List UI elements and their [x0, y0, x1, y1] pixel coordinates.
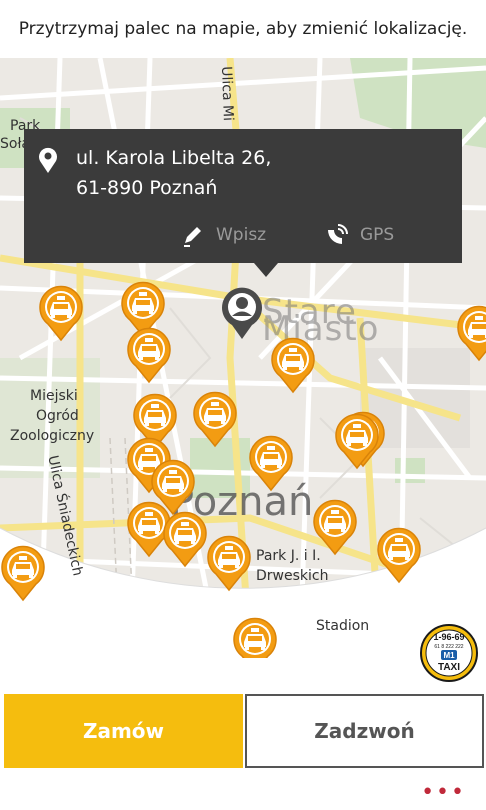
order-button[interactable]: Zamów [4, 694, 243, 768]
map-label-park-drweskich-1: Park J. i I. [256, 548, 321, 564]
location-pin-icon [39, 147, 57, 173]
gps-satellite-icon [328, 224, 348, 244]
taxi-icon [249, 435, 293, 492]
taxi-icon [313, 499, 357, 556]
map-label-street-mickiewicza: Ulica Mi [218, 66, 236, 122]
more-options-button[interactable]: ••• [421, 782, 466, 804]
taxi-icon [127, 327, 171, 384]
map-label-old-town: Stare Miasto [262, 292, 380, 349]
taxi-icon [457, 305, 486, 362]
map-label-zoo-3: Zoologiczny [10, 428, 95, 444]
taxi-pin[interactable] [126, 326, 172, 384]
map-label-zoo-2: Ogród [36, 408, 79, 424]
logo-badge: M1 [443, 651, 455, 660]
taxi-logo-icon: 1-96-69 61 8 222 222 M1 TAXI [420, 624, 478, 682]
taxi-pin[interactable] [232, 616, 278, 658]
logo-phone: 1-96-69 [433, 632, 464, 642]
taxi-icon [39, 285, 83, 342]
taxi-pin[interactable] [206, 534, 252, 592]
map-label-park-drweskich-2: Drweskich [256, 568, 329, 584]
call-button[interactable]: Zadzwoń [245, 694, 484, 768]
map-label-stadium: Stadion [316, 618, 370, 634]
m1-taxi-logo: 1-96-69 61 8 222 222 M1 TAXI [420, 624, 478, 682]
taxi-pin[interactable] [334, 412, 380, 470]
taxi-pin[interactable] [162, 510, 208, 568]
logo-small-phone: 61 8 222 222 [434, 644, 463, 650]
taxi-icon [207, 535, 251, 592]
address-city: 61-890 Poznań [76, 177, 218, 199]
user-location-icon [222, 287, 262, 339]
taxi-icon [163, 511, 207, 568]
taxi-icon [335, 413, 379, 470]
taxi-icon [1, 545, 45, 602]
taxi-pin[interactable] [376, 526, 422, 584]
gps-label: GPS [360, 225, 395, 245]
taxi-icon [193, 391, 237, 448]
taxi-icon [271, 337, 315, 394]
gps-button[interactable]: GPS [324, 221, 394, 249]
taxi-pin[interactable] [192, 390, 238, 448]
taxi-pin[interactable] [0, 544, 46, 602]
type-address-label: Wpisz [216, 225, 267, 245]
type-address-button[interactable]: Wpisz [180, 221, 266, 249]
taxi-pin[interactable] [312, 498, 358, 556]
pencil-icon [184, 227, 201, 247]
taxi-icon [233, 617, 277, 658]
address-card: ul. Karola Libelta 26, 61-890 Poznań Wpi… [24, 129, 462, 277]
taxi-pin[interactable] [270, 336, 316, 394]
address-street: ul. Karola Libelta 26, [76, 147, 272, 169]
map-label-zoo-1: Miejski [30, 388, 78, 404]
logo-word: TAXI [438, 662, 460, 673]
instruction-text: Przytrzymaj palec na mapie, aby zmienić … [0, 0, 486, 58]
user-location-marker[interactable] [220, 285, 264, 341]
card-pointer [254, 263, 278, 277]
taxi-pin[interactable] [248, 434, 294, 492]
taxi-pin[interactable] [38, 284, 84, 342]
taxi-icon [377, 527, 421, 584]
taxi-pin[interactable] [456, 304, 486, 362]
